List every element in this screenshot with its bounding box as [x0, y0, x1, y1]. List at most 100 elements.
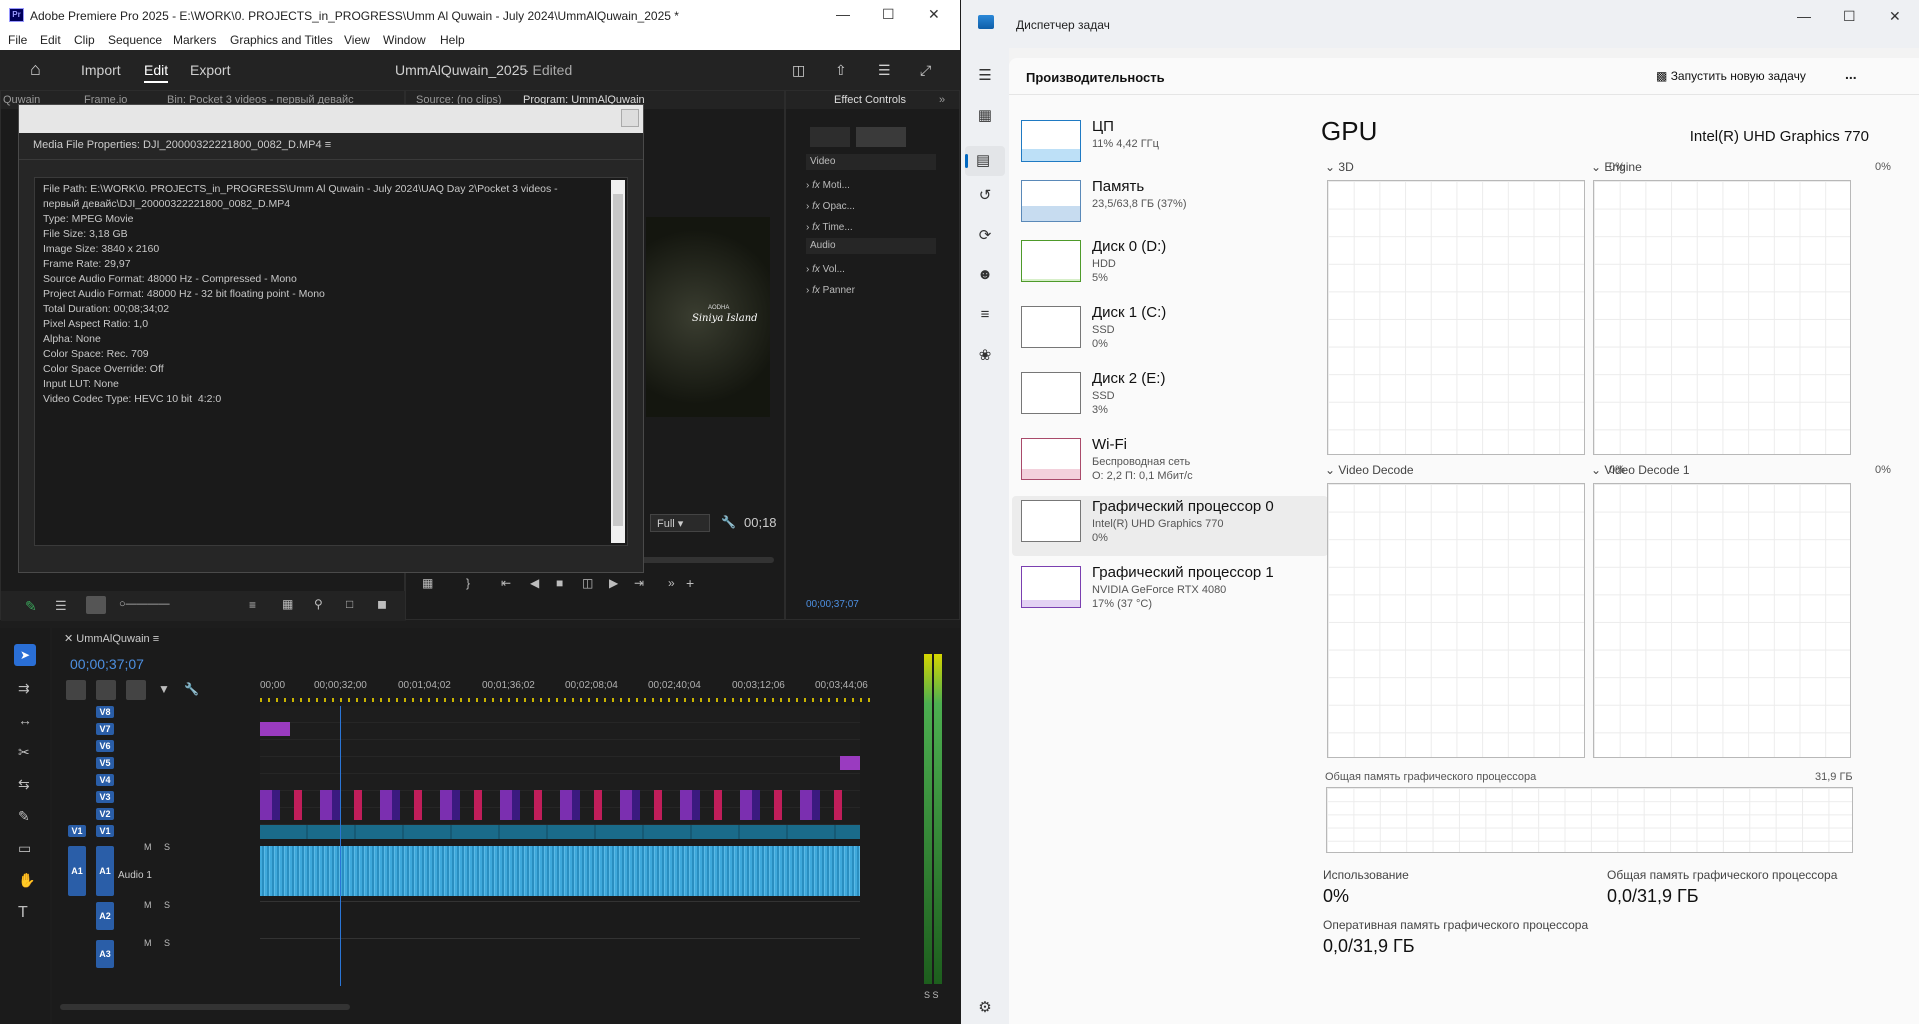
startup-apps-icon[interactable]: ⟳ [976, 226, 994, 244]
step-forward-icon[interactable]: ▶ [609, 576, 618, 590]
dialog-scrollbar[interactable] [611, 180, 625, 543]
track-v1[interactable]: V1 [96, 825, 114, 837]
a1-clips[interactable] [260, 846, 860, 896]
performance-nav[interactable]: ▤ [965, 146, 1005, 176]
perf-item-disk1[interactable]: Диск 1 (C:) SSD 0% [1012, 302, 1328, 362]
automate-icon[interactable]: ▦ [282, 597, 293, 611]
new-bin-icon[interactable]: □ [346, 597, 353, 611]
mute-a2[interactable]: M [144, 900, 152, 910]
sequence-tab[interactable]: ✕ UmmAlQuwain ≡ [64, 632, 159, 645]
find-icon[interactable]: ⚲ [314, 597, 323, 611]
sort-icon[interactable]: ≡ [249, 598, 256, 612]
users-icon[interactable]: ☻ [976, 266, 994, 284]
mute-a3[interactable]: M [144, 938, 152, 948]
stop-icon[interactable]: ■ [556, 576, 563, 590]
menu-window[interactable]: Window [383, 33, 426, 47]
source-v1[interactable]: V1 [68, 825, 86, 837]
settings-wrench-icon[interactable]: 🔧 [184, 682, 199, 696]
tm-maximize-icon[interactable]: ☐ [1843, 8, 1856, 25]
menu-graphics[interactable]: Graphics and Titles [230, 33, 333, 47]
perf-item-disk0[interactable]: Диск 0 (D:) HDD 5% [1012, 236, 1328, 296]
v1-clips[interactable] [260, 825, 860, 839]
wrench-icon[interactable]: 🔧 [721, 515, 736, 529]
new-item-icon[interactable]: ◼ [377, 597, 387, 611]
app-history-icon[interactable]: ↺ [976, 186, 994, 204]
solo-a3[interactable]: S [164, 938, 170, 948]
track-v7[interactable]: V7 [96, 723, 114, 735]
slip-icon[interactable]: ⇆ [18, 776, 30, 793]
solo-a1[interactable]: S [164, 842, 170, 852]
step-back-icon[interactable]: ◀ [530, 576, 539, 590]
effect-item[interactable]: › fx Panner [806, 280, 855, 301]
tm-minimize-icon[interactable]: — [1797, 8, 1811, 24]
more-panels-icon[interactable]: » [939, 94, 945, 106]
rectangle-icon[interactable]: ▭ [18, 840, 31, 857]
home-icon[interactable]: ⌂ [30, 59, 41, 80]
track-v6[interactable]: V6 [96, 740, 114, 752]
timeline-tracks[interactable] [260, 706, 860, 986]
processes-icon[interactable]: ▦ [976, 106, 994, 124]
menu-clip[interactable]: Clip [74, 33, 95, 47]
add-button-icon[interactable]: + [686, 575, 694, 591]
close-icon[interactable]: ✕ [928, 6, 940, 23]
settings-gear-icon[interactable]: ⚙ [976, 998, 994, 1016]
menu-edit[interactable]: Edit [40, 33, 61, 47]
perf-item-gpu0[interactable]: Графический процессор 0 Intel(R) UHD Gra… [1012, 496, 1328, 556]
menu-file[interactable]: File [8, 33, 27, 47]
perf-item-cpu[interactable]: ЦП 11% 4,42 ГГц [1012, 116, 1328, 176]
details-icon[interactable]: ≡ [976, 306, 994, 324]
track-select-icon[interactable]: ⇉ [18, 680, 30, 697]
snap-icon[interactable] [66, 680, 86, 700]
menu-markers[interactable]: Markers [173, 33, 216, 47]
time-ruler[interactable]: 00;00 00;00;32;00 00;01;04;02 00;01;36;0… [260, 680, 868, 694]
playhead[interactable] [340, 706, 341, 986]
clip-icon[interactable] [810, 127, 850, 147]
timeline-scrollbar[interactable] [60, 1004, 350, 1010]
zoom-slider-icon[interactable]: ○———— [119, 598, 170, 610]
tab-effect-controls[interactable]: Effect Controls [834, 94, 906, 106]
clip-stack[interactable] [260, 790, 860, 820]
icon-view-icon[interactable] [86, 596, 106, 614]
track-v3[interactable]: V3 [96, 791, 114, 803]
clip[interactable] [260, 722, 290, 736]
hamburger-icon[interactable]: ☰ [976, 66, 994, 84]
track-v2[interactable]: V2 [96, 808, 114, 820]
solo-a2[interactable]: S [164, 900, 170, 910]
linked-selection-icon[interactable] [96, 680, 116, 700]
effect-item[interactable]: › fx Vol... [806, 259, 855, 280]
clip[interactable] [840, 756, 860, 770]
effect-item[interactable]: › fx Time... [806, 217, 855, 238]
track-v8[interactable]: V8 [96, 706, 114, 718]
workspaces-icon[interactable]: ☰ [878, 62, 891, 79]
add-marker-icon[interactable]: ▼ [158, 682, 170, 696]
fullscreen-icon[interactable]: ⤢ [920, 62, 931, 79]
dialog-close-icon[interactable] [621, 109, 639, 127]
meter-solo-labels[interactable]: S S [924, 990, 939, 1000]
maximize-icon[interactable]: ☐ [882, 6, 895, 23]
tm-close-icon[interactable]: ✕ [1889, 8, 1901, 25]
mark-out-icon[interactable]: } [466, 576, 470, 590]
menu-sequence[interactable]: Sequence [108, 33, 162, 47]
razor-icon[interactable]: ✂ [18, 744, 30, 761]
track-a2[interactable]: A2 [96, 902, 114, 930]
track-a3[interactable]: A3 [96, 940, 114, 968]
selection-tool-icon[interactable]: ➤ [14, 644, 36, 666]
perf-item-memory[interactable]: Память 23,5/63,8 ГБ (37%) [1012, 176, 1328, 236]
minimize-icon[interactable]: — [836, 6, 850, 22]
track-v4[interactable]: V4 [96, 774, 114, 786]
list-view-icon[interactable]: ☰ [55, 598, 67, 614]
mute-a1[interactable]: M [144, 842, 152, 852]
import-tab[interactable]: Import [81, 62, 121, 78]
track-a1[interactable]: A1 [96, 846, 114, 896]
run-new-task-button[interactable]: ▩ Запустить новую задачу [1656, 64, 1816, 88]
go-to-in-icon[interactable]: ⇤ [501, 576, 511, 590]
perf-item-gpu1[interactable]: Графический процессор 1 NVIDIA GeForce R… [1012, 562, 1328, 622]
scrollbar-thumb[interactable] [613, 194, 623, 526]
type-tool-icon[interactable]: T [18, 904, 28, 922]
pencil-icon[interactable]: ✎ [25, 598, 37, 615]
track-v5[interactable]: V5 [96, 757, 114, 769]
export-tab[interactable]: Export [190, 62, 230, 78]
resolution-select[interactable]: Full ▾ [650, 514, 710, 532]
perf-item-disk2[interactable]: Диск 2 (E:) SSD 3% [1012, 368, 1328, 428]
menu-view[interactable]: View [344, 33, 370, 47]
